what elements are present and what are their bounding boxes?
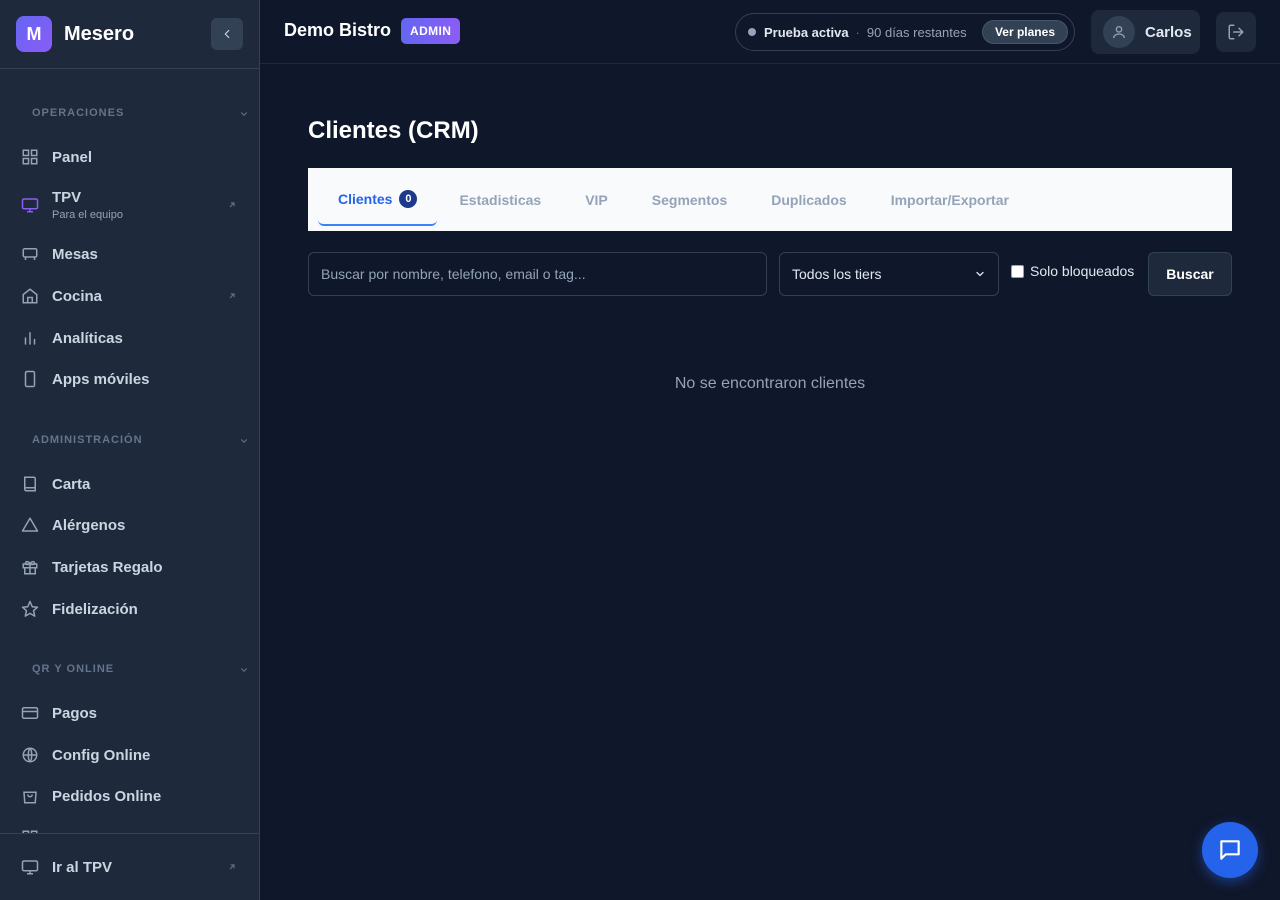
sidebar-item-label: Cocina	[52, 287, 103, 305]
section-header-operaciones[interactable]: OPERACIONES	[32, 107, 124, 119]
chat-button[interactable]	[1202, 822, 1258, 878]
external-link-icon	[227, 200, 237, 210]
status-dot	[748, 28, 756, 36]
tab-count-badge: 0	[399, 189, 418, 208]
sidebar-item-label: Pedidos Online	[52, 787, 162, 805]
shopping-bag-icon	[20, 786, 40, 806]
top-bar: Demo Bistro ADMIN Prueba activa · 90 día…	[260, 0, 1280, 64]
tab-bar: Clientes 0 Estadisticas VIP Segmentos Du…	[308, 168, 1232, 231]
trial-status-pill: Prueba activa · 90 días restantes Ver pl…	[735, 13, 1075, 51]
sidebar-item-label: Fidelización	[52, 600, 138, 618]
brand-name: Mesero	[64, 22, 135, 45]
search-button[interactable]: Buscar	[1148, 252, 1232, 296]
star-icon	[20, 599, 40, 619]
sidebar-item-label: Analíticas	[52, 329, 123, 347]
section-header-administracion[interactable]: ADMINISTRACIÓN	[32, 434, 143, 446]
tier-select-value: Todos los tiers	[792, 266, 882, 282]
sidebar-item-tarjetas-regalo[interactable]: Tarjetas Regalo	[0, 555, 259, 579]
user-name: Carlos	[1145, 23, 1192, 41]
page-title: Clientes (CRM)	[308, 117, 479, 144]
sidebar-item-fidelizacion[interactable]: Fidelización	[0, 597, 259, 621]
sidebar-item-carta[interactable]: Carta	[0, 472, 259, 496]
sidebar-footer: Ir al TPV	[0, 833, 259, 900]
warning-icon	[20, 515, 40, 535]
logout-icon	[1228, 24, 1244, 40]
sidebar-item-pagos[interactable]: Pagos	[0, 701, 259, 725]
sidebar-item-label: Alérgenos	[52, 516, 126, 534]
app-logo: M	[16, 16, 52, 52]
sidebar-item-label: Mesas	[52, 245, 98, 263]
tab-duplicados[interactable]: Duplicados	[749, 174, 868, 226]
sidebar-item-apps-moviles[interactable]: Apps móviles	[0, 367, 259, 391]
go-to-tpv-link[interactable]: Ir al TPV	[0, 855, 259, 879]
trial-separator: ·	[855, 24, 860, 40]
external-link-icon	[227, 291, 237, 301]
sidebar-item-tpv[interactable]: TPV Para el equipo	[0, 187, 259, 223]
footer-link-label: Ir al TPV	[52, 858, 113, 876]
tab-segmentos[interactable]: Segmentos	[630, 174, 749, 226]
user-icon	[1113, 26, 1125, 39]
sidebar-item-config-online[interactable]: Config Online	[0, 743, 259, 767]
book-icon	[20, 474, 40, 494]
tab-vip[interactable]: VIP	[563, 174, 630, 226]
table-icon	[20, 244, 40, 264]
chat-icon	[1220, 840, 1240, 860]
empty-state-message: No se encontraron clientes	[674, 375, 866, 392]
sidebar-item-label: Carta	[52, 475, 91, 493]
business-name: Demo Bistro	[284, 20, 392, 40]
role-badge: ADMIN	[401, 18, 461, 44]
sidebar-item-cocina[interactable]: Cocina	[0, 284, 259, 308]
avatar	[1103, 16, 1135, 48]
bar-chart-icon	[20, 328, 40, 348]
sidebar-header: M Mesero	[0, 0, 259, 69]
sidebar-item-analiticas[interactable]: Analíticas	[0, 326, 259, 350]
sidebar-item-label: Config Online	[52, 746, 151, 764]
sidebar-nav: OPERACIONES Panel TPV Para el equipo Mesa…	[0, 69, 259, 833]
grid-icon	[20, 147, 40, 167]
external-link-icon	[227, 862, 237, 872]
user-menu[interactable]: Carlos	[1091, 10, 1200, 54]
globe-icon	[20, 745, 40, 765]
credit-card-icon	[20, 703, 40, 723]
tab-importar-exportar[interactable]: Importar/Exportar	[869, 174, 1031, 226]
tier-select[interactable]: Todos los tiers	[779, 252, 999, 296]
blocked-only-label: Solo bloqueados	[1030, 263, 1135, 279]
trial-status: Prueba activa	[764, 24, 849, 40]
monitor-icon	[20, 195, 40, 215]
chevron-down-icon[interactable]	[239, 436, 249, 446]
logout-button[interactable]	[1216, 12, 1256, 52]
view-plans-button[interactable]: Ver planes	[981, 20, 1068, 44]
home-icon	[20, 286, 40, 306]
sidebar-item-sublabel: Para el equipo	[52, 209, 123, 221]
section-header-qr-online[interactable]: QR Y ONLINE	[32, 663, 114, 675]
sidebar-item-label-group: TPV Para el equipo	[52, 189, 123, 221]
tab-label: Clientes	[338, 190, 393, 207]
sidebar-item-label: Pagos	[52, 704, 98, 722]
sidebar-item-label: Tarjetas Regalo	[52, 558, 163, 576]
smartphone-icon	[20, 369, 40, 389]
sidebar-item-label: Apps móviles	[52, 370, 150, 388]
sidebar-item-label: Panel	[52, 148, 93, 166]
sidebar-item-partial[interactable]	[0, 826, 259, 833]
chevron-left-icon	[224, 29, 230, 39]
gift-icon	[20, 557, 40, 577]
monitor-icon	[20, 857, 40, 877]
trial-remaining: 90 días restantes	[866, 24, 967, 40]
search-input[interactable]	[308, 252, 767, 296]
sidebar-item-mesas[interactable]: Mesas	[0, 242, 259, 266]
collapse-sidebar-button[interactable]	[211, 18, 243, 50]
chevron-down-icon	[976, 271, 984, 277]
tab-clientes[interactable]: Clientes 0	[318, 174, 438, 226]
chevron-down-icon[interactable]	[239, 109, 249, 119]
sidebar-item-label: TPV	[52, 189, 82, 206]
sidebar: M Mesero OPERACIONES Panel TPV Para el eq…	[0, 0, 260, 900]
chevron-down-icon[interactable]	[239, 665, 249, 675]
blocked-only-checkbox[interactable]	[1011, 264, 1024, 278]
sidebar-item-pedidos-online[interactable]: Pedidos Online	[0, 784, 259, 808]
blocked-only-filter[interactable]: Solo bloqueados	[1011, 263, 1134, 279]
sidebar-item-panel[interactable]: Panel	[0, 145, 259, 169]
sidebar-item-alergenos[interactable]: Alérgenos	[0, 513, 259, 537]
tab-estadisticas[interactable]: Estadisticas	[437, 174, 563, 226]
